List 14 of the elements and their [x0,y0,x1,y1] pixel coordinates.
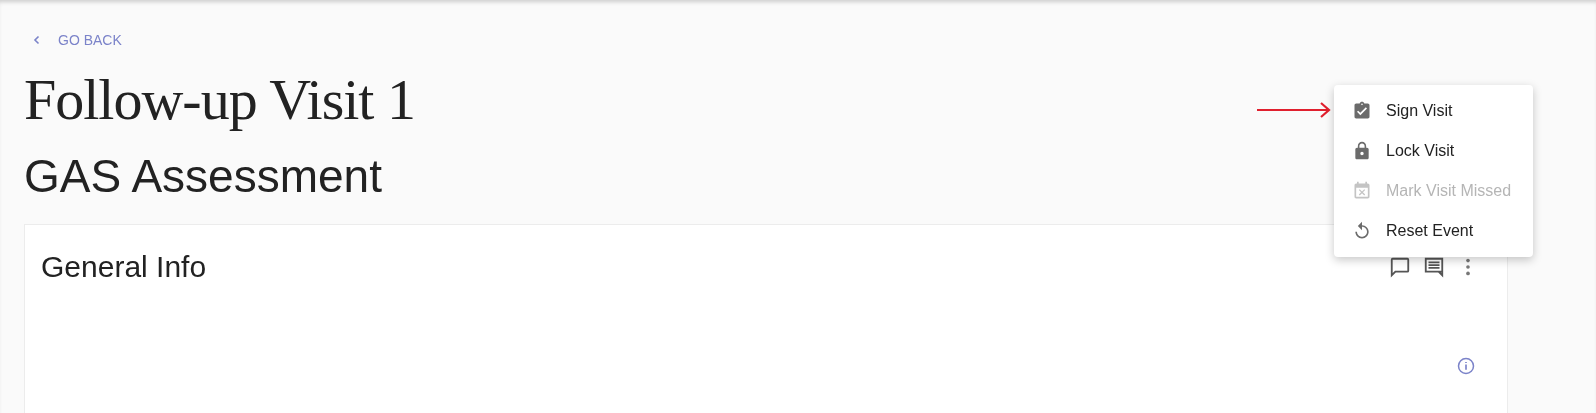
card-title: General Info [41,249,207,285]
clipboard-check-icon [1352,101,1372,121]
page-title: Follow-up Visit 1 [24,68,415,132]
info-icon[interactable] [1457,357,1475,375]
calendar-x-icon [1352,181,1372,201]
menu-item[interactable]: Reset Event [1334,211,1533,251]
comment-lines-icon[interactable] [1423,256,1445,278]
section-title: GAS Assessment [24,149,382,204]
chevron-left-icon [32,35,42,45]
menu-item[interactable]: Sign Visit [1334,91,1533,131]
lock-icon [1352,141,1372,161]
reset-icon [1352,221,1372,241]
menu-item[interactable]: Lock Visit [1334,131,1533,171]
comment-icon[interactable] [1389,256,1411,278]
